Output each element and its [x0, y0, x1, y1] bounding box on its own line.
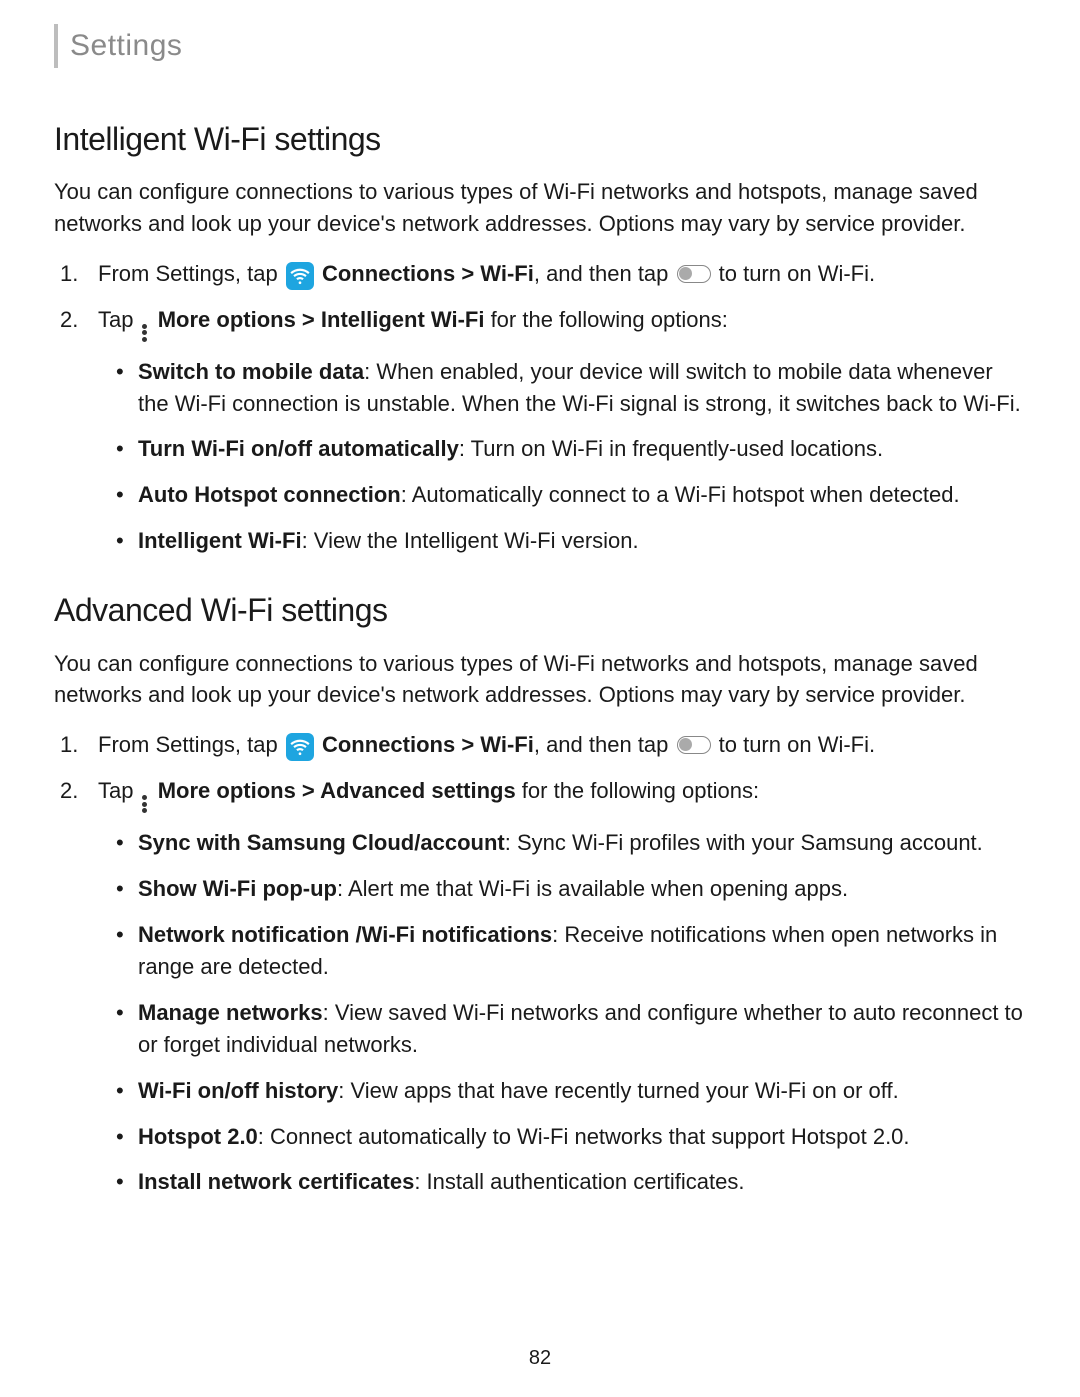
- section-heading: Advanced Wi-Fi settings: [54, 587, 1026, 633]
- section-heading: Intelligent Wi-Fi settings: [54, 116, 1026, 162]
- bullet-bold-text: Wi-Fi on/off history: [138, 1078, 338, 1103]
- bullet-bold-text: Show Wi-Fi pop-up: [138, 876, 337, 901]
- step-list: 1.From Settings, tap Connections > Wi-Fi…: [54, 258, 1026, 557]
- section-intro: You can configure connections to various…: [54, 176, 1026, 240]
- bullet-item: Network notification /Wi-Fi notification…: [138, 919, 1026, 983]
- bullet-item: Show Wi-Fi pop-up: Alert me that Wi-Fi i…: [138, 873, 1026, 905]
- bullet-item: Switch to mobile data: When enabled, you…: [138, 356, 1026, 420]
- wifi-icon: [286, 262, 314, 290]
- toggle-off-icon: [677, 736, 711, 754]
- bullet-bold-text: Hotspot 2.0: [138, 1124, 258, 1149]
- bullet-list: Switch to mobile data: When enabled, you…: [98, 356, 1026, 557]
- step-number: 1.: [60, 258, 78, 290]
- step-number: 2.: [60, 304, 78, 336]
- bullet-item: Hotspot 2.0: Connect automatically to Wi…: [138, 1121, 1026, 1153]
- page-number: 82: [0, 1344, 1080, 1373]
- bullet-bold-text: Sync with Samsung Cloud/account: [138, 830, 505, 855]
- bullet-item: Wi-Fi on/off history: View apps that hav…: [138, 1075, 1026, 1107]
- bullet-bold-text: Network notification /Wi-Fi notification…: [138, 922, 552, 947]
- bullet-bold-text: Auto Hotspot connection: [138, 482, 401, 507]
- bullet-bold-text: Intelligent Wi-Fi: [138, 528, 302, 553]
- bullet-bold-text: Turn Wi-Fi on/off automatically: [138, 436, 459, 461]
- bullet-bold-text: Install network certificates: [138, 1169, 414, 1194]
- bullet-item: Sync with Samsung Cloud/account: Sync Wi…: [138, 827, 1026, 859]
- step-number: 1.: [60, 729, 78, 761]
- page-header: Settings: [54, 24, 1026, 68]
- toggle-off-icon: [677, 265, 711, 283]
- step-bold-text: Connections > Wi-Fi: [322, 732, 534, 757]
- step-bold-text: Connections > Wi-Fi: [322, 261, 534, 286]
- more-options-icon: [142, 324, 148, 342]
- step-item: 2.Tap More options > Intelligent Wi-Fi f…: [98, 304, 1026, 557]
- bullet-item: Turn Wi-Fi on/off automatically: Turn on…: [138, 433, 1026, 465]
- step-bold-text: More options > Advanced settings: [158, 778, 516, 803]
- section-intro: You can configure connections to various…: [54, 648, 1026, 712]
- more-options-icon: [142, 795, 148, 813]
- page-content: Intelligent Wi-Fi settings You can config…: [54, 116, 1026, 1199]
- step-item: 1.From Settings, tap Connections > Wi-Fi…: [98, 729, 1026, 761]
- step-item: 1.From Settings, tap Connections > Wi-Fi…: [98, 258, 1026, 290]
- bullet-list: Sync with Samsung Cloud/account: Sync Wi…: [98, 827, 1026, 1198]
- step-item: 2.Tap More options > Advanced settings f…: [98, 775, 1026, 1198]
- step-number: 2.: [60, 775, 78, 807]
- bullet-item: Intelligent Wi-Fi: View the Intelligent …: [138, 525, 1026, 557]
- bullet-item: Auto Hotspot connection: Automatically c…: [138, 479, 1026, 511]
- bullet-bold-text: Manage networks: [138, 1000, 323, 1025]
- wifi-icon: [286, 733, 314, 761]
- bullet-item: Manage networks: View saved Wi-Fi networ…: [138, 997, 1026, 1061]
- bullet-item: Install network certificates: Install au…: [138, 1166, 1026, 1198]
- bullet-bold-text: Switch to mobile data: [138, 359, 364, 384]
- step-list: 1.From Settings, tap Connections > Wi-Fi…: [54, 729, 1026, 1198]
- step-bold-text: More options > Intelligent Wi-Fi: [158, 307, 485, 332]
